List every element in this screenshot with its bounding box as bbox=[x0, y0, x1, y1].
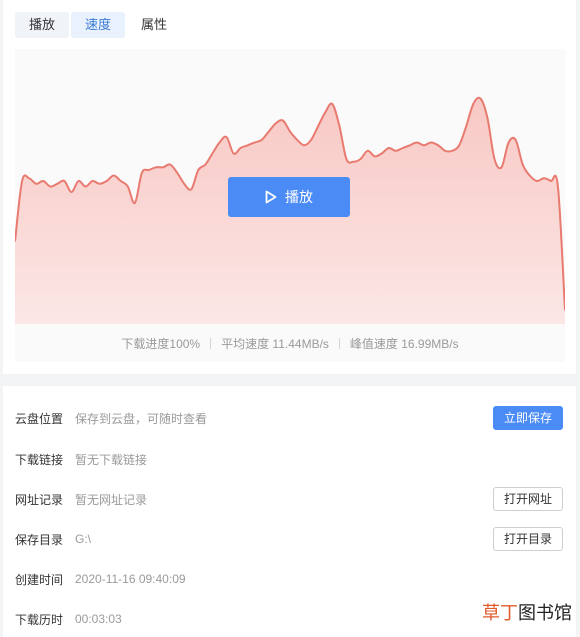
tab-properties[interactable]: 属性 bbox=[127, 12, 181, 38]
created-time-label: 创建时间 bbox=[15, 572, 64, 587]
tab-speed[interactable]: 速度 bbox=[71, 12, 126, 38]
cloud-location-label: 云盘位置 bbox=[15, 411, 64, 426]
average-speed: 平均速度 11.44MB/s bbox=[221, 337, 329, 351]
row-cloud-location: 云盘位置 保存到云盘，可随时查看 立即保存 bbox=[3, 404, 576, 432]
row-url-record: 网址记录 暂无网址记录 打开网址 bbox=[3, 485, 576, 513]
play-button-label: 播放 bbox=[285, 189, 313, 205]
download-progress: 下载进度100% bbox=[121, 337, 201, 351]
row-save-directory: 保存目录 G:\ 打开目录 bbox=[3, 525, 576, 553]
download-link-value: 暂无下载链接 bbox=[75, 452, 148, 467]
created-time-value: 2020-11-16 09:40:09 bbox=[75, 572, 186, 586]
url-record-value: 暂无网址记录 bbox=[75, 492, 148, 507]
stats-divider bbox=[338, 338, 340, 349]
tab-bar: 播放 速度 属性 bbox=[15, 12, 181, 38]
stats-divider bbox=[210, 338, 212, 349]
cloud-location-value: 保存到云盘，可随时查看 bbox=[75, 411, 208, 426]
tab-play[interactable]: 播放 bbox=[15, 12, 70, 38]
row-created-time: 创建时间 2020-11-16 09:40:09 bbox=[3, 565, 576, 593]
open-directory-button[interactable]: 打开目录 bbox=[493, 527, 563, 551]
download-stats: 下载进度100% 平均速度 11.44MB/s 峰值速度 16.99MB/s bbox=[15, 335, 565, 352]
save-directory-value: G:\ bbox=[75, 532, 92, 546]
speed-panel: 播放 速度 属性 播放 下载进度100% 平均速度 11.44MB/s 峰值速度… bbox=[3, 0, 576, 374]
speed-chart: 播放 下载进度100% 平均速度 11.44MB/s 峰值速度 16.99MB/… bbox=[15, 49, 565, 362]
open-url-button[interactable]: 打开网址 bbox=[493, 487, 563, 511]
play-icon bbox=[265, 190, 277, 204]
peak-speed: 峰值速度 16.99MB/s bbox=[349, 337, 459, 351]
download-link-label: 下载链接 bbox=[15, 452, 64, 467]
download-duration-value: 00:03:03 bbox=[75, 612, 122, 626]
url-record-label: 网址记录 bbox=[15, 492, 64, 507]
play-button[interactable]: 播放 bbox=[228, 177, 350, 217]
save-now-button[interactable]: 立即保存 bbox=[493, 406, 563, 430]
row-download-link: 下载链接 暂无下载链接 bbox=[3, 445, 576, 473]
download-duration-label: 下载历时 bbox=[15, 612, 64, 627]
save-directory-label: 保存目录 bbox=[15, 532, 64, 547]
site-watermark: 草丁图书馆 bbox=[482, 603, 572, 624]
